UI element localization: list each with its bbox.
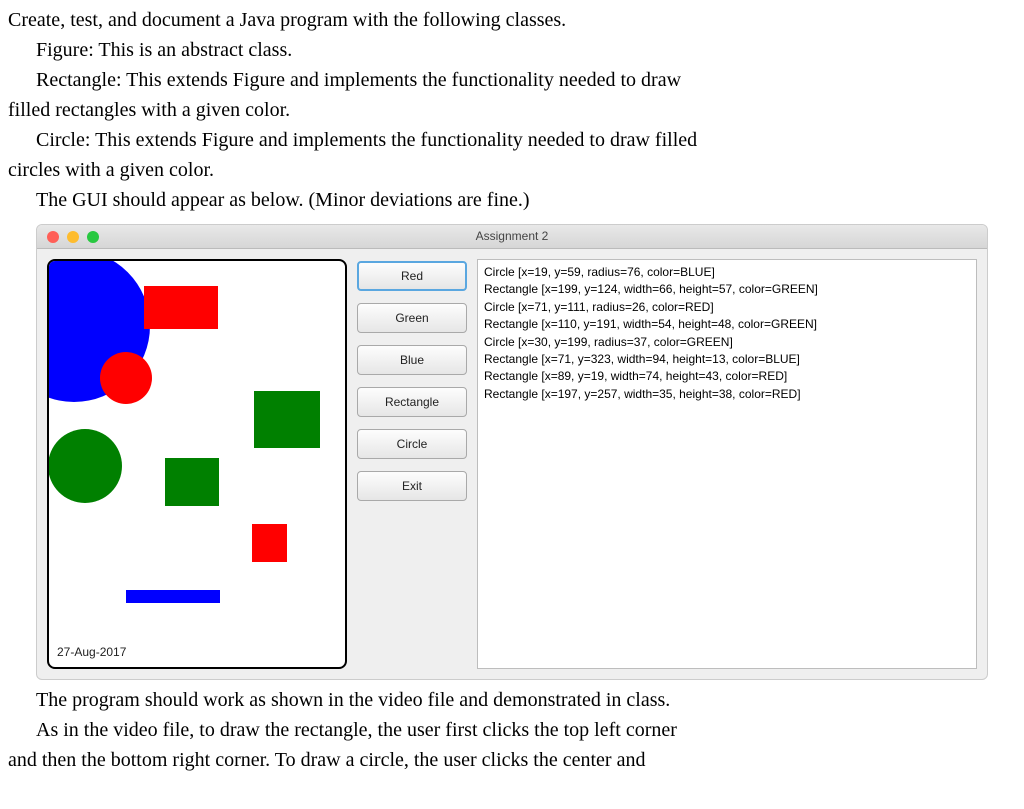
button-column: Red Green Blue Rectangle Circle Exit [357,259,467,501]
rectangle-shape [254,391,320,448]
exit-button[interactable]: Exit [357,471,467,501]
rectangle-shape [252,524,287,562]
log-line: Rectangle [x=110, y=191, width=54, heigh… [484,316,970,333]
rectangle-shape [144,286,218,329]
log-line: Rectangle [x=71, y=323, width=94, height… [484,351,970,368]
doc-paragraph: Figure: This is an abstract class. [8,36,1016,64]
log-line: Circle [x=30, y=199, radius=37, color=GR… [484,334,970,351]
date-label: 27-Aug-2017 [57,644,126,661]
doc-paragraph: As in the video file, to draw the rectan… [8,716,1016,744]
log-panel[interactable]: Circle [x=19, y=59, radius=76, color=BLU… [477,259,977,669]
log-line: Rectangle [x=199, y=124, width=66, heigh… [484,281,970,298]
circle-shape [100,352,152,404]
circle-shape [48,429,122,503]
doc-paragraph: Rectangle: This extends Figure and imple… [8,66,1016,94]
circle-button[interactable]: Circle [357,429,467,459]
drawing-canvas[interactable]: 27-Aug-2017 [47,259,347,669]
doc-paragraph: circles with a given color. [8,156,1016,184]
log-line: Rectangle [x=197, y=257, width=35, heigh… [484,386,970,403]
traffic-lights [37,231,99,243]
close-icon[interactable] [47,231,59,243]
rectangle-button[interactable]: Rectangle [357,387,467,417]
rectangle-shape [165,458,219,506]
title-bar: Assignment 2 [37,225,987,249]
log-line: Circle [x=19, y=59, radius=76, color=BLU… [484,264,970,281]
doc-paragraph: and then the bottom right corner. To dra… [8,746,1016,774]
doc-paragraph: Circle: This extends Figure and implemen… [8,126,1016,154]
app-body: 27-Aug-2017 Red Green Blue Rectangle Cir… [37,249,987,679]
doc-paragraph: Create, test, and document a Java progra… [8,6,1016,34]
log-line: Rectangle [x=89, y=19, width=74, height=… [484,368,970,385]
red-button[interactable]: Red [357,261,467,291]
doc-paragraph: filled rectangles with a given color. [8,96,1016,124]
app-window: Assignment 2 27-Aug-2017 Red Green Blue … [36,224,988,680]
rectangle-shape [126,590,220,603]
minimize-icon[interactable] [67,231,79,243]
log-line: Circle [x=71, y=111, radius=26, color=RE… [484,299,970,316]
doc-paragraph: The program should work as shown in the … [8,686,1016,714]
maximize-icon[interactable] [87,231,99,243]
blue-button[interactable]: Blue [357,345,467,375]
green-button[interactable]: Green [357,303,467,333]
window-title: Assignment 2 [37,228,987,245]
doc-paragraph: The GUI should appear as below. (Minor d… [8,186,1016,214]
